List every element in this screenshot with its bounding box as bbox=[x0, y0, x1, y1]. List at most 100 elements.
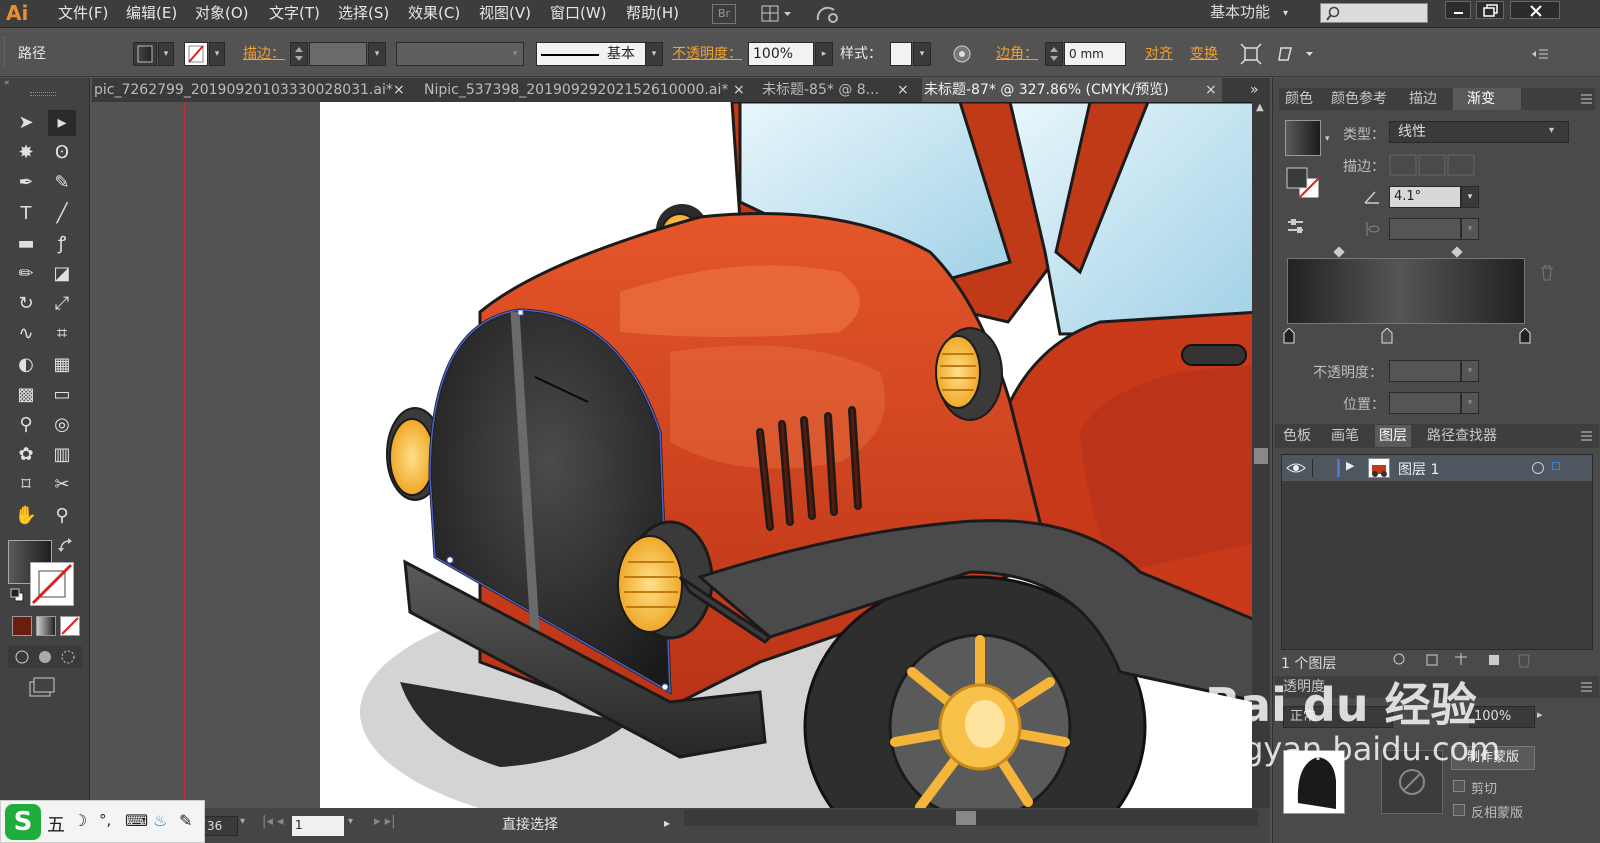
slice-icon[interactable]: ✂ bbox=[48, 472, 76, 498]
free-transform-icon[interactable]: ⌗ bbox=[48, 321, 76, 347]
h-scroll-thumb[interactable] bbox=[956, 811, 976, 825]
menu-edit[interactable]: 编辑(E) bbox=[126, 0, 177, 28]
gradient-mode-button[interactable] bbox=[36, 616, 56, 636]
lasso-icon[interactable]: ʘ bbox=[48, 140, 76, 166]
stroke-weight-input[interactable] bbox=[309, 42, 367, 66]
scroll-up-icon[interactable]: ▲ bbox=[1256, 102, 1264, 113]
recolor-artwork-icon[interactable] bbox=[952, 44, 972, 64]
gradient-type-select[interactable]: 线性 bbox=[1389, 121, 1569, 143]
menu-help[interactable]: 帮助(H) bbox=[626, 0, 679, 28]
artboard[interactable] bbox=[320, 102, 1252, 808]
zoom-input[interactable]: 36 bbox=[204, 816, 238, 836]
next-artboard-icon[interactable]: ▸ ▸| bbox=[374, 814, 396, 829]
default-fill-stroke-icon[interactable] bbox=[10, 588, 24, 602]
canvas-area[interactable] bbox=[92, 102, 1252, 808]
stroke-weight-dropdown[interactable]: ▾ bbox=[368, 42, 386, 66]
layer-name[interactable]: 图层 1 bbox=[1398, 459, 1439, 479]
stroke-gradient-buttons[interactable] bbox=[1389, 154, 1479, 176]
tab-color-guide[interactable]: 颜色参考 bbox=[1331, 88, 1387, 110]
screen-mode-icon[interactable] bbox=[28, 676, 58, 698]
menu-view[interactable]: 视图(V) bbox=[479, 0, 531, 28]
menu-effect[interactable]: 效果(C) bbox=[408, 0, 460, 28]
pencil-icon[interactable]: ✏ bbox=[12, 261, 40, 287]
tab-close-icon[interactable]: × bbox=[1205, 78, 1219, 102]
puppet-warp-icon[interactable] bbox=[1278, 43, 1318, 65]
brush-definition[interactable]: 基本 bbox=[536, 42, 648, 66]
aspect-ratio-input[interactable] bbox=[1389, 218, 1461, 240]
isolate-object-icon[interactable] bbox=[1240, 43, 1262, 65]
scroll-thumb[interactable] bbox=[1254, 448, 1268, 464]
workspace-caret[interactable]: ▾ bbox=[1283, 0, 1288, 28]
zoom-dropdown-icon[interactable]: ▾ bbox=[240, 816, 245, 827]
direct-selection-icon[interactable]: ▸ bbox=[48, 110, 76, 136]
gradient-stop-middle[interactable] bbox=[1381, 327, 1393, 344]
fill-swatch[interactable] bbox=[133, 42, 157, 66]
lock-column[interactable] bbox=[1312, 459, 1313, 477]
corner-label[interactable]: 边角： bbox=[996, 42, 1038, 66]
invert-mask-checkbox[interactable] bbox=[1453, 804, 1465, 816]
line-icon[interactable]: ╱ bbox=[48, 201, 76, 227]
opacity-input[interactable]: 100% bbox=[748, 42, 814, 66]
rotate-icon[interactable]: ↻ bbox=[12, 291, 40, 317]
graphic-style-dropdown[interactable]: ▾ bbox=[913, 42, 931, 66]
opacity-arrow[interactable]: ▸ bbox=[815, 42, 833, 66]
panel-menu-icon[interactable] bbox=[1577, 680, 1593, 694]
artboard-number-input[interactable]: 1 bbox=[292, 816, 344, 836]
eraser-icon[interactable]: ◪ bbox=[48, 261, 76, 287]
gradient-preview-swatch[interactable] bbox=[1285, 120, 1321, 156]
keyboard-icon[interactable]: ⌨ bbox=[125, 811, 148, 830]
graphic-style-swatch[interactable] bbox=[890, 42, 912, 66]
brush-dropdown[interactable]: ▾ bbox=[645, 42, 663, 66]
midpoint-marker[interactable] bbox=[1451, 246, 1463, 258]
selection-icon[interactable]: ➤ bbox=[12, 110, 40, 136]
sogou-logo-icon[interactable]: S bbox=[5, 804, 41, 840]
color-mode-button[interactable] bbox=[12, 616, 32, 636]
delete-stop-icon[interactable] bbox=[1539, 264, 1555, 282]
stroke-label[interactable]: 描边： bbox=[243, 42, 285, 66]
gradient-stop-right[interactable] bbox=[1519, 327, 1531, 344]
panel-menu-icon[interactable] bbox=[1577, 92, 1593, 106]
symbol-sprayer-icon[interactable]: ✿ bbox=[12, 442, 40, 468]
layer-row[interactable]: ▶ 图层 1 bbox=[1282, 455, 1592, 481]
aspect-ratio-dropdown[interactable]: ▾ bbox=[1461, 218, 1479, 240]
shape-builder-icon[interactable]: ◐ bbox=[12, 352, 40, 378]
horizontal-scrollbar[interactable] bbox=[684, 810, 1258, 826]
hand-icon[interactable]: ✋ bbox=[12, 503, 40, 529]
corner-stepper[interactable] bbox=[1045, 42, 1063, 66]
tab-overflow-icon[interactable]: » bbox=[1250, 78, 1268, 102]
punctuation-icon[interactable]: °, bbox=[99, 811, 111, 829]
arrange-documents-icon[interactable] bbox=[760, 5, 794, 23]
artboard-icon[interactable]: ⌑ bbox=[12, 472, 40, 498]
warp-icon[interactable]: ∿ bbox=[12, 321, 40, 347]
menu-object[interactable]: 对象(O) bbox=[195, 0, 249, 28]
blend-icon[interactable]: ◎ bbox=[48, 412, 76, 438]
tab-pathfinder[interactable]: 路径查找器 bbox=[1427, 425, 1497, 447]
tab-close-icon[interactable]: × bbox=[733, 78, 747, 102]
menu-type[interactable]: 文字(T) bbox=[269, 0, 320, 28]
align-link[interactable]: 对齐 bbox=[1145, 42, 1173, 66]
stop-opacity-dropdown[interactable]: ▾ bbox=[1461, 360, 1479, 382]
gradient-icon[interactable]: ▭ bbox=[48, 382, 76, 408]
status-menu-icon[interactable]: ▸ bbox=[664, 816, 670, 830]
gradient-preset-caret[interactable]: ▾ bbox=[1325, 134, 1330, 144]
visibility-eye-icon[interactable] bbox=[1286, 460, 1306, 476]
angle-input[interactable]: 4.1° bbox=[1389, 186, 1461, 208]
expand-layer-icon[interactable]: ▶ bbox=[1346, 459, 1354, 472]
search-input[interactable] bbox=[1320, 3, 1428, 23]
midpoint-marker[interactable] bbox=[1333, 246, 1345, 258]
skin-icon[interactable]: ♨ bbox=[153, 811, 167, 830]
zoom-icon[interactable]: ⚲ bbox=[48, 503, 76, 529]
minimize-button[interactable] bbox=[1445, 1, 1471, 19]
tab-color[interactable]: 颜色 bbox=[1285, 88, 1313, 110]
type-icon[interactable]: T bbox=[12, 201, 40, 227]
gradient-type-caret[interactable]: ▾ bbox=[1549, 125, 1554, 136]
menu-select[interactable]: 选择(S) bbox=[338, 0, 389, 28]
stop-opacity-input[interactable] bbox=[1389, 360, 1461, 382]
gradient-slider[interactable] bbox=[1287, 258, 1525, 324]
workspace-switcher[interactable]: 基本功能 bbox=[1210, 0, 1270, 28]
collapse-toolbar-icon[interactable]: « bbox=[4, 78, 86, 88]
stop-location-input[interactable] bbox=[1389, 392, 1461, 414]
menu-file[interactable]: 文件(F) bbox=[58, 0, 108, 28]
drawing-modes[interactable] bbox=[8, 646, 82, 668]
car-artwork[interactable] bbox=[320, 102, 1252, 808]
